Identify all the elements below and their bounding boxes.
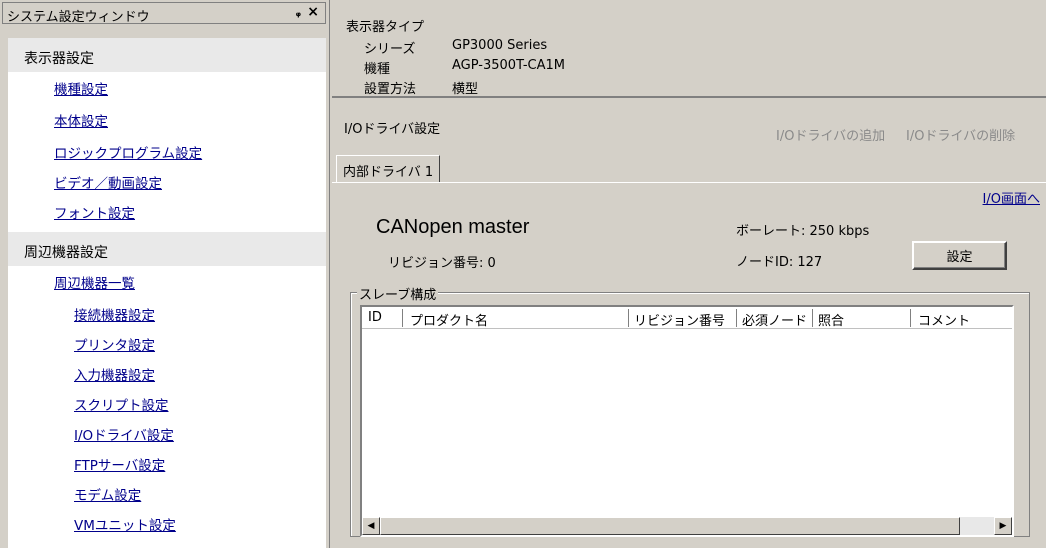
nav-ftp-server-settings[interactable]: FTPサーバ設定 xyxy=(74,454,165,474)
panel-header: システム設定ウィンドウ ᵩ × xyxy=(2,2,326,25)
slave-table[interactable]: ID プロダクト名 リビジョン番号 必須ノード 照合 コメント ◀ ▶ xyxy=(360,305,1014,537)
add-io-driver-link[interactable]: I/Oドライバの追加 xyxy=(776,125,885,144)
settings-button[interactable]: 設定 xyxy=(912,241,1007,270)
baudrate: ボーレート: 250 kbps xyxy=(736,224,870,239)
nav-model-settings[interactable]: 機種設定 xyxy=(54,78,108,98)
install-value: 横型 xyxy=(452,82,479,97)
col-id[interactable]: ID xyxy=(368,310,382,325)
col-divider[interactable] xyxy=(910,309,911,327)
nav-io-driver-settings[interactable]: I/Oドライバ設定 xyxy=(74,424,174,444)
col-divider[interactable] xyxy=(402,309,403,327)
close-icon[interactable]: × xyxy=(307,4,319,20)
scroll-left-icon[interactable]: ◀ xyxy=(362,517,380,535)
install-label: 設置方法 xyxy=(364,82,417,97)
display-settings-list: 機種設定 本体設定 ロジックプログラム設定 ビデオ／動画設定 フォント設定 xyxy=(8,72,326,232)
col-match[interactable]: 照合 xyxy=(818,310,844,329)
nav-logic-program-settings[interactable]: ロジックプログラム設定 xyxy=(54,142,202,162)
revision-number: リビジョン番号: 0 xyxy=(388,256,496,271)
col-divider[interactable] xyxy=(736,309,737,327)
nav-unit-settings[interactable]: 本体設定 xyxy=(54,110,108,130)
col-divider[interactable] xyxy=(812,309,813,327)
model-value: AGP-3500T-CA1M xyxy=(452,58,565,73)
nav-video-settings[interactable]: ビデオ／動画設定 xyxy=(54,172,162,192)
table-header: ID プロダクト名 リビジョン番号 必須ノード 照合 コメント xyxy=(362,307,1012,329)
nav-vm-unit-settings[interactable]: VMユニット設定 xyxy=(74,514,176,534)
pin-icon[interactable]: ᵩ xyxy=(296,6,301,19)
nav-modem-settings[interactable]: モデム設定 xyxy=(74,484,141,504)
series-label: シリーズ xyxy=(364,42,416,57)
scroll-right-icon[interactable]: ▶ xyxy=(994,517,1012,535)
peripheral-settings-list: 周辺機器一覧 接続機器設定 プリンタ設定 入力機器設定 スクリプト設定 I/Oド… xyxy=(8,266,326,548)
display-info-area: 表示器タイプ シリーズ GP3000 Series 機種 AGP-3500T-C… xyxy=(332,0,1046,98)
display-settings-header: 表示器設定 xyxy=(8,38,326,72)
io-driver-title: I/Oドライバ設定 xyxy=(344,122,441,137)
col-revision[interactable]: リビジョン番号 xyxy=(634,310,725,329)
nav-peripheral-list[interactable]: 周辺機器一覧 xyxy=(54,272,135,292)
io-screen-link[interactable]: I/O画面へ xyxy=(983,188,1040,207)
display-type-label: 表示器タイプ xyxy=(346,20,425,35)
nav-device-settings[interactable]: 接続機器設定 xyxy=(74,304,155,324)
device-name: CANopen master xyxy=(376,216,530,238)
node-id: ノードID: 127 xyxy=(736,255,823,270)
panel-title: システム設定ウィンドウ xyxy=(7,10,150,25)
scroll-thumb[interactable] xyxy=(380,517,960,535)
peripheral-settings-header: 周辺機器設定 xyxy=(8,232,326,266)
delete-io-driver-link[interactable]: I/Oドライバの削除 xyxy=(906,125,1015,144)
tab-internal-driver-1[interactable]: 内部ドライバ 1 xyxy=(336,155,441,182)
col-product-name[interactable]: プロダクト名 xyxy=(410,310,488,329)
nav-font-settings[interactable]: フォント設定 xyxy=(54,202,135,222)
col-comment[interactable]: コメント xyxy=(918,310,970,329)
col-divider[interactable] xyxy=(628,309,629,327)
slave-config-label: スレーブ構成 xyxy=(357,284,439,303)
system-settings-panel: システム設定ウィンドウ ᵩ × 表示器設定 機種設定 本体設定 ロジックプログラ… xyxy=(0,0,330,548)
io-driver-settings-area: I/Oドライバ設定 I/Oドライバの追加 I/Oドライバの削除 内部ドライバ 1… xyxy=(332,100,1046,548)
series-value: GP3000 Series xyxy=(452,38,548,53)
col-required-node[interactable]: 必須ノード xyxy=(742,310,807,329)
display-settings-title: 表示器設定 xyxy=(24,51,94,67)
nav-script-settings[interactable]: スクリプト設定 xyxy=(74,394,169,414)
horizontal-scrollbar[interactable]: ◀ ▶ xyxy=(362,517,1012,535)
nav-input-device-settings[interactable]: 入力機器設定 xyxy=(74,364,155,384)
nav-printer-settings[interactable]: プリンタ設定 xyxy=(74,334,155,354)
model-label: 機種 xyxy=(364,62,391,77)
peripheral-settings-title: 周辺機器設定 xyxy=(24,245,108,261)
